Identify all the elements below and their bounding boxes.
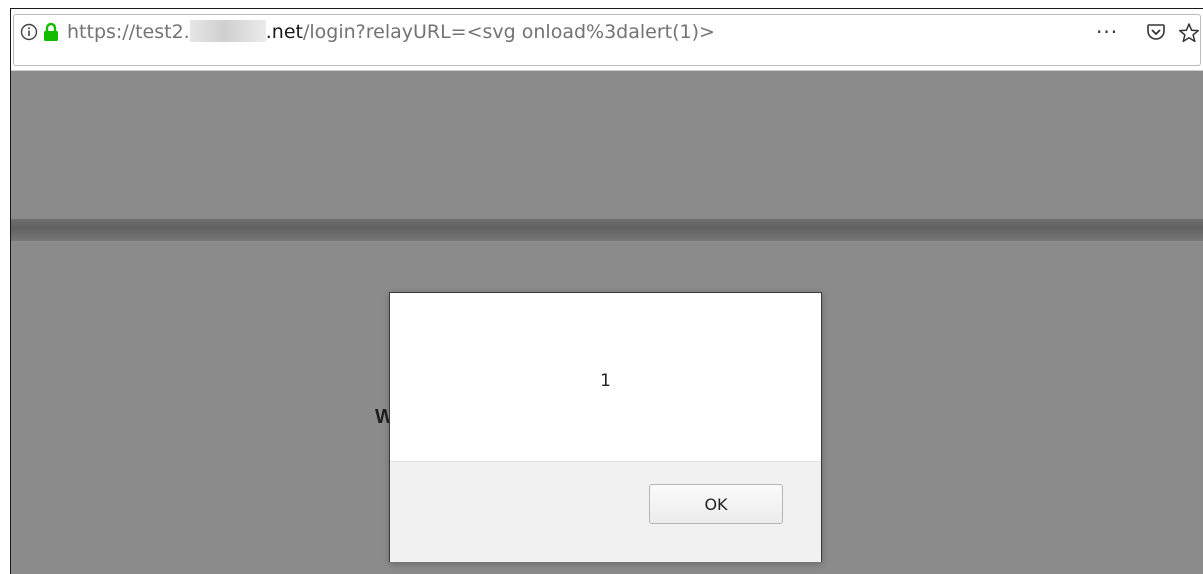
url-scheme: https:// [67, 21, 136, 43]
ok-button[interactable]: OK [649, 484, 783, 524]
star-icon[interactable] [1178, 22, 1200, 44]
page-header-overlay [11, 71, 1203, 219]
more-icon[interactable]: ··· [1096, 20, 1118, 44]
alert-footer: OK [390, 461, 821, 562]
alert-dialog: 1 OK [389, 292, 822, 562]
url-host-start: test2. [135, 21, 190, 43]
header-divider [11, 219, 1203, 241]
url-text[interactable]: https://test2. .net/login?relayURL=<svg o… [67, 20, 715, 44]
browser-toolbar: https://test2. .net/login?relayURL=<svg o… [11, 9, 1203, 71]
url-host-end: .net [265, 21, 303, 43]
pocket-icon[interactable] [1146, 22, 1166, 42]
info-icon[interactable] [20, 23, 38, 41]
lock-icon[interactable] [43, 22, 59, 42]
url-path: /login?relayURL=<svg onload%3dalert(1)> [302, 21, 715, 43]
address-bar[interactable]: https://test2. .net/login?relayURL=<svg o… [13, 14, 1201, 66]
url-redaction [189, 20, 266, 42]
alert-message: 1 [600, 371, 611, 391]
